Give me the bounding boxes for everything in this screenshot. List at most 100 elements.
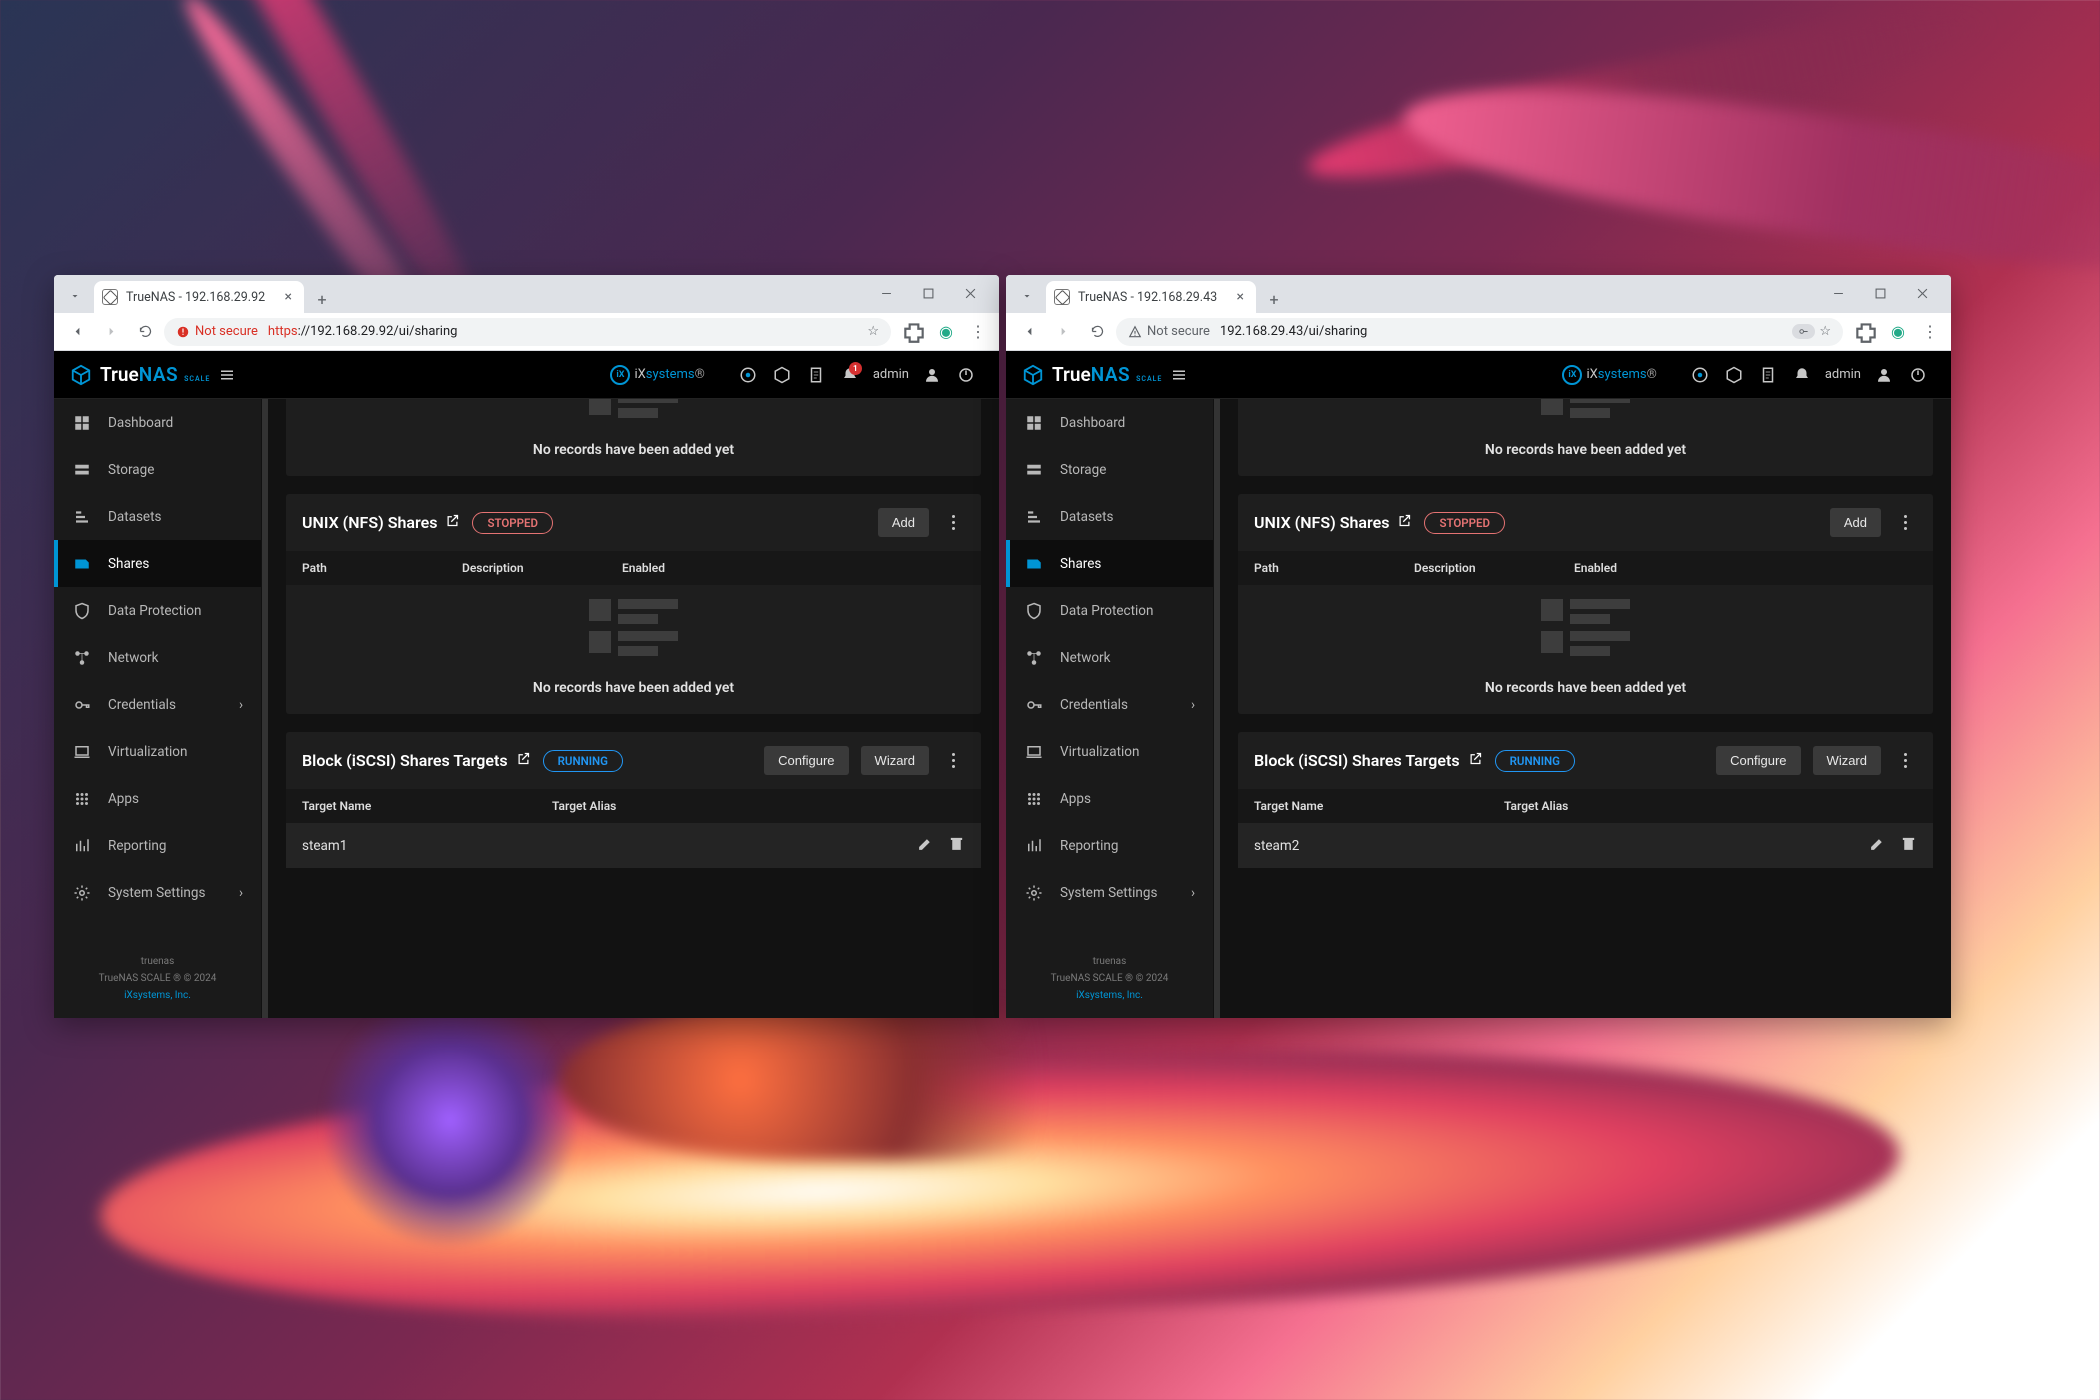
- sidebar-item-network[interactable]: Network: [54, 634, 261, 681]
- delete-icon[interactable]: [1900, 835, 1917, 856]
- sidebar-item-datasets[interactable]: Datasets: [54, 493, 261, 540]
- ixsystems-link[interactable]: iX iXsystems®: [1562, 365, 1656, 385]
- url-input[interactable]: Not secure https://192.168.29.92/ui/shar…: [164, 318, 891, 346]
- truenas-logo[interactable]: TrueNAS SCALE: [70, 363, 210, 386]
- sidebar-item-datasets[interactable]: Datasets: [1006, 493, 1213, 540]
- col-description: Description: [1414, 561, 1574, 575]
- account-icon[interactable]: [917, 360, 947, 390]
- browser-tab[interactable]: TrueNAS - 192.168.29.92 ×: [94, 281, 304, 313]
- tab-title: TrueNAS - 192.168.29.92: [126, 290, 281, 305]
- security-badge[interactable]: Not secure: [176, 324, 258, 339]
- menu-toggle-button[interactable]: [212, 360, 242, 390]
- chrome-menu-button[interactable]: ⋮: [965, 319, 991, 345]
- add-button[interactable]: Add: [1830, 508, 1881, 537]
- add-button[interactable]: Add: [878, 508, 929, 537]
- jobs-icon[interactable]: [1753, 360, 1783, 390]
- sidebar-item-reporting[interactable]: Reporting: [54, 822, 261, 869]
- security-badge[interactable]: Not secure: [1128, 324, 1210, 339]
- tabs-menu-button[interactable]: [62, 283, 88, 309]
- status-icon[interactable]: [1719, 360, 1749, 390]
- edit-icon[interactable]: [1869, 835, 1886, 856]
- close-tab-button[interactable]: ×: [281, 289, 296, 305]
- power-icon[interactable]: [951, 360, 981, 390]
- sidebar-item-dashboard[interactable]: Dashboard: [1006, 399, 1213, 446]
- menu-toggle-button[interactable]: [1164, 360, 1194, 390]
- table-row[interactable]: steam2: [1238, 823, 1933, 868]
- sidebar-item-label: Dashboard: [108, 415, 173, 431]
- truecommand-icon[interactable]: [733, 360, 763, 390]
- kebab-menu[interactable]: [941, 749, 965, 772]
- status-icon[interactable]: [767, 360, 797, 390]
- close-window-button[interactable]: [949, 279, 991, 307]
- ixsystems-footer-link[interactable]: iXsystems, Inc.: [54, 987, 261, 1004]
- url-input[interactable]: Not secure 192.168.29.43/ui/sharing ☆: [1116, 318, 1843, 346]
- profile-extension-icon[interactable]: ◉: [933, 319, 959, 345]
- new-tab-button[interactable]: +: [1260, 290, 1288, 309]
- wizard-button[interactable]: Wizard: [861, 746, 929, 775]
- account-icon[interactable]: [1869, 360, 1899, 390]
- alerts-icon[interactable]: [1787, 360, 1817, 390]
- new-tab-button[interactable]: +: [308, 290, 336, 309]
- maximize-button[interactable]: [907, 279, 949, 307]
- back-button[interactable]: [62, 317, 92, 347]
- delete-icon[interactable]: [948, 835, 965, 856]
- ixsystems-footer-link[interactable]: iXsystems, Inc.: [1006, 987, 1213, 1004]
- ix-logo-icon: iX: [610, 365, 630, 385]
- sidebar-item-systemsettings[interactable]: System Settings›: [1006, 869, 1213, 916]
- alerts-icon[interactable]: 1: [835, 360, 865, 390]
- sidebar-item-systemsettings[interactable]: System Settings›: [54, 869, 261, 916]
- browser-tab[interactable]: TrueNAS - 192.168.29.43 ×: [1046, 281, 1256, 313]
- jobs-icon[interactable]: [801, 360, 831, 390]
- open-link-icon[interactable]: [1468, 751, 1483, 770]
- sidebar-item-dataprotection[interactable]: Data Protection: [1006, 587, 1213, 634]
- sidebar-item-virtualization[interactable]: Virtualization: [1006, 728, 1213, 775]
- truecommand-icon[interactable]: [1685, 360, 1715, 390]
- sidebar-item-network[interactable]: Network: [1006, 634, 1213, 681]
- reload-button[interactable]: [130, 317, 160, 347]
- forward-button[interactable]: [1048, 317, 1078, 347]
- bookmark-star-icon[interactable]: ☆: [867, 324, 879, 339]
- sidebar-item-credentials[interactable]: Credentials›: [1006, 681, 1213, 728]
- configure-button[interactable]: Configure: [764, 746, 848, 775]
- bookmark-star-icon[interactable]: ☆: [1819, 324, 1831, 339]
- sidebar-item-dataprotection[interactable]: Data Protection: [54, 587, 261, 634]
- minimize-button[interactable]: [865, 279, 907, 307]
- configure-button[interactable]: Configure: [1716, 746, 1800, 775]
- sidebar-item-apps[interactable]: Apps: [1006, 775, 1213, 822]
- kebab-menu[interactable]: [941, 511, 965, 534]
- open-link-icon[interactable]: [1397, 513, 1412, 532]
- close-tab-button[interactable]: ×: [1233, 289, 1248, 305]
- kebab-menu[interactable]: [1893, 749, 1917, 772]
- wizard-button[interactable]: Wizard: [1813, 746, 1881, 775]
- reload-button[interactable]: [1082, 317, 1112, 347]
- sidebar-item-virtualization[interactable]: Virtualization: [54, 728, 261, 775]
- tabs-menu-button[interactable]: [1014, 283, 1040, 309]
- truenas-logo[interactable]: TrueNAS SCALE: [1022, 363, 1162, 386]
- close-window-button[interactable]: [1901, 279, 1943, 307]
- ixsystems-link[interactable]: iX iXsystems®: [610, 365, 704, 385]
- extensions-button[interactable]: [901, 319, 927, 345]
- edit-icon[interactable]: [917, 835, 934, 856]
- kebab-menu[interactable]: [1893, 511, 1917, 534]
- forward-button[interactable]: [96, 317, 126, 347]
- extensions-button[interactable]: [1853, 319, 1879, 345]
- open-link-icon[interactable]: [516, 751, 531, 770]
- profile-extension-icon[interactable]: ◉: [1885, 319, 1911, 345]
- maximize-button[interactable]: [1859, 279, 1901, 307]
- power-icon[interactable]: [1903, 360, 1933, 390]
- back-button[interactable]: [1014, 317, 1044, 347]
- open-link-icon[interactable]: [445, 513, 460, 532]
- sidebar-item-storage[interactable]: Storage: [1006, 446, 1213, 493]
- sidebar-item-credentials[interactable]: Credentials›: [54, 681, 261, 728]
- sidebar-item-storage[interactable]: Storage: [54, 446, 261, 493]
- sidebar-item-dashboard[interactable]: Dashboard: [54, 399, 261, 446]
- table-row[interactable]: steam1: [286, 823, 981, 868]
- minimize-button[interactable]: [1817, 279, 1859, 307]
- chrome-menu-button[interactable]: ⋮: [1917, 319, 1943, 345]
- sidebar-item-shares[interactable]: Shares: [54, 540, 261, 587]
- tab-strip: TrueNAS - 192.168.29.43 × +: [1006, 275, 1951, 313]
- sidebar-item-shares[interactable]: Shares: [1006, 540, 1213, 587]
- sidebar-item-reporting[interactable]: Reporting: [1006, 822, 1213, 869]
- password-chip-icon[interactable]: [1792, 324, 1815, 339]
- sidebar-item-apps[interactable]: Apps: [54, 775, 261, 822]
